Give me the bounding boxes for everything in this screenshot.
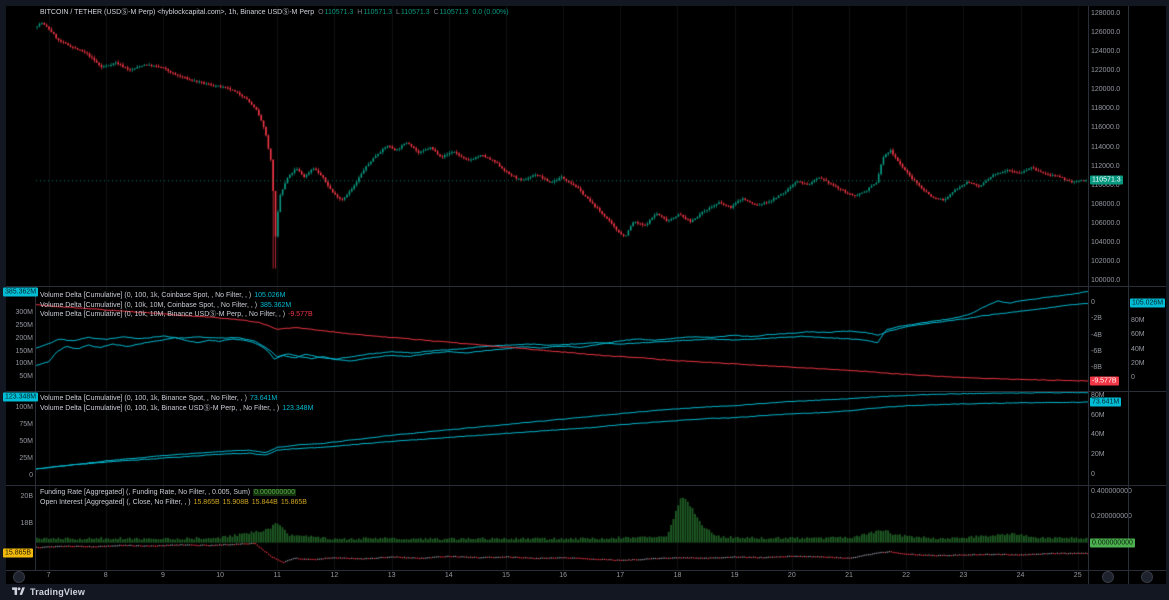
indicator-value: 105.026M	[254, 292, 285, 299]
indicator-legend-row[interactable]: Volume Delta [Cumulative] (0, 10k, 10M, …	[40, 301, 313, 311]
tradingview-logo-text[interactable]: TradingView	[30, 587, 85, 597]
pane-separator[interactable]	[6, 485, 1166, 486]
vd1-legend: Volume Delta [Cumulative] (0, 100, 1k, C…	[40, 291, 313, 320]
indicator-title[interactable]: Volume Delta [Cumulative] (0, 100, 1k, C…	[40, 292, 251, 299]
time-axis-label: 16	[559, 572, 567, 579]
indicator-title[interactable]: Volume Delta [Cumulative] (0, 100, 1k, B…	[40, 395, 247, 402]
indicator-title[interactable]: Volume Delta [Cumulative] (0, 100, 1k, B…	[40, 405, 279, 412]
price-scale-separator	[1088, 6, 1089, 584]
time-axis-label: 12	[331, 572, 339, 579]
indicator-title[interactable]: Volume Delta [Cumulative] (0, 10k, 10M, …	[40, 311, 285, 318]
tradingview-logo-icon[interactable]	[12, 587, 25, 597]
time-axis-label: 7	[47, 572, 51, 579]
axis-price-label: 73.641M	[1090, 398, 1121, 407]
time-axis-label: 24	[1017, 572, 1025, 579]
axis-price-label: 385.362M	[3, 288, 38, 297]
pane-separator[interactable]	[6, 391, 1166, 392]
oi-low-value: 15.844B	[252, 499, 278, 506]
high-label: H	[357, 9, 362, 16]
time-axis-label: 8	[104, 572, 108, 579]
indicator-title[interactable]: Funding Rate [Aggregated] (, Funding Rat…	[40, 489, 250, 496]
high-value: 110571.3	[363, 9, 392, 16]
close-label: C	[434, 9, 439, 16]
time-axis-label: 18	[674, 572, 682, 579]
tradingview-chart-window: BITCOIN / TETHER (USDⓈ-M Perp) <hyblockc…	[0, 0, 1169, 600]
time-axis[interactable]	[6, 570, 1166, 584]
time-axis-left-button[interactable]	[13, 571, 25, 583]
indicator-legend-row[interactable]: Funding Rate [Aggregated] (, Funding Rat…	[40, 488, 307, 498]
indicator-value: 385.362M	[260, 302, 291, 309]
vd2-legend: Volume Delta [Cumulative] (0, 100, 1k, B…	[40, 394, 313, 413]
low-value: 110571.3	[401, 9, 430, 16]
indicator-legend-row[interactable]: Volume Delta [Cumulative] (0, 100, 1k, C…	[40, 291, 313, 301]
axis-price-label: 110571.3	[1090, 176, 1123, 185]
oi-open-value: 15.865B	[194, 499, 220, 506]
left-scale-separator	[35, 287, 36, 570]
left-price-scale[interactable]	[6, 287, 35, 570]
time-axis-label: 22	[902, 572, 910, 579]
time-axis-label: 11	[274, 572, 281, 579]
time-axis-label: 14	[445, 572, 453, 579]
indicator-legend-row[interactable]: Open Interest [Aggregated] (, Close, No …	[40, 498, 307, 508]
pane-separator[interactable]	[6, 286, 1166, 287]
indicator-value: -9.577B	[288, 311, 313, 318]
low-label: L	[396, 9, 400, 16]
indicator-legend-row[interactable]: Volume Delta [Cumulative] (0, 100, 1k, B…	[40, 394, 313, 404]
oi-high-value: 15.908B	[223, 499, 249, 506]
funding-oi-legend: Funding Rate [Aggregated] (, Funding Rat…	[40, 488, 307, 507]
time-axis-label: 20	[788, 572, 796, 579]
open-value: 110571.3	[325, 9, 354, 16]
change-value: 0.0 (0.00%)	[472, 9, 508, 16]
scale-auto-button-inner[interactable]	[1102, 571, 1114, 583]
time-axis-label: 19	[731, 572, 739, 579]
bottom-bar: TradingView	[0, 584, 1169, 600]
time-axis-label: 23	[959, 572, 967, 579]
indicator-title[interactable]: Volume Delta [Cumulative] (0, 10k, 10M, …	[40, 302, 257, 309]
time-axis-label: 21	[845, 572, 853, 579]
axis-price-label: 0.000000000	[1090, 538, 1135, 547]
axis-price-label: 105.026M	[1130, 299, 1165, 308]
indicator-legend-row[interactable]: Volume Delta [Cumulative] (0, 100, 1k, B…	[40, 404, 313, 414]
oi-close-value: 15.865B	[281, 499, 307, 506]
symbol-legend[interactable]: BITCOIN / TETHER (USDⓈ-M Perp) <hyblockc…	[40, 8, 509, 17]
indicator-value: 73.641M	[250, 395, 277, 402]
scale-auto-button-outer[interactable]	[1141, 571, 1153, 583]
indicator-title[interactable]: Open Interest [Aggregated] (, Close, No …	[40, 499, 191, 506]
chart-overlay: BITCOIN / TETHER (USDⓈ-M Perp) <hyblockc…	[0, 0, 1169, 600]
close-value: 110571.3	[440, 9, 469, 16]
time-axis-label: 25	[1074, 572, 1082, 579]
open-label: O	[318, 9, 323, 16]
symbol-title[interactable]: BITCOIN / TETHER (USDⓈ-M Perp) <hyblockc…	[40, 9, 314, 16]
indicator-legend-row[interactable]: Volume Delta [Cumulative] (0, 10k, 10M, …	[40, 310, 313, 320]
time-axis-label: 15	[502, 572, 510, 579]
time-axis-label: 10	[216, 572, 224, 579]
axis-price-label: -9.577B	[1090, 376, 1119, 385]
price-scale-separator	[1128, 6, 1129, 584]
axis-price-label: 15.865B	[3, 548, 33, 557]
time-axis-label: 9	[161, 572, 165, 579]
time-axis-label: 13	[388, 572, 396, 579]
axis-price-label: 123.348M	[3, 393, 38, 402]
indicator-value: 123.348M	[282, 405, 313, 412]
time-axis-label: 17	[616, 572, 624, 579]
indicator-value: 0.000000000	[253, 489, 296, 496]
